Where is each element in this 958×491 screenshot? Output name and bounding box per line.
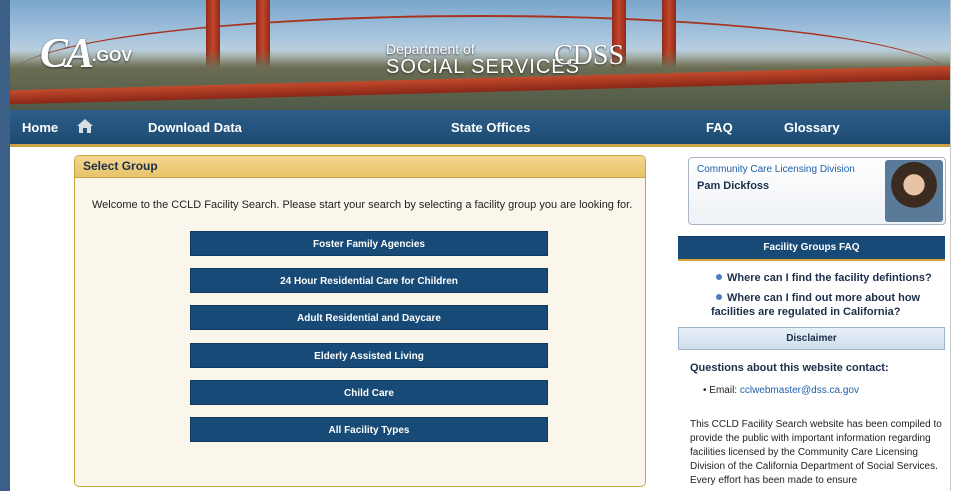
logo-main: CA <box>40 31 94 77</box>
department-title: Department of SOCIAL SERVICES <box>386 42 580 78</box>
main-nav: Home Download Data State Offices FAQ Glo… <box>10 110 950 147</box>
faq-item[interactable]: Where can I find the facility defintions… <box>716 272 932 284</box>
disclaimer-paragraph: This CCLD Facility Search website has be… <box>690 419 942 486</box>
facility-groups-faq-title: Facility Groups FAQ <box>678 236 945 261</box>
nav-download-data[interactable]: Download Data <box>148 120 242 135</box>
dept-line2: SOCIAL SERVICES <box>386 56 580 78</box>
logo-suffix: .GOV <box>92 48 133 65</box>
group-button-foster-family-agencies[interactable]: Foster Family Agencies <box>190 231 548 256</box>
faq-q1[interactable]: Where can I find the facility defintions… <box>727 272 932 284</box>
welcome-text: Welcome to the CCLD Facility Search. Ple… <box>92 199 633 211</box>
bullet-icon <box>716 274 722 280</box>
email-link[interactable]: cclwebmaster@dss.ca.gov <box>740 385 859 396</box>
select-group-title: Select Group <box>75 156 645 178</box>
group-button-adult-residential[interactable]: Adult Residential and Daycare <box>190 305 548 330</box>
faq-q2-line2[interactable]: facilities are regulated in California? <box>711 306 901 318</box>
group-button-elderly-assisted[interactable]: Elderly Assisted Living <box>190 343 548 368</box>
group-button-24-hour-residential[interactable]: 24 Hour Residential Care for Children <box>190 268 548 293</box>
email-label: Email: <box>709 385 738 396</box>
profile-card: Community Care Licensing Division Pam Di… <box>688 157 946 225</box>
profile-photo <box>885 160 943 222</box>
nav-faq[interactable]: FAQ <box>706 120 733 135</box>
faq-q2-line1[interactable]: Where can I find out more about how <box>727 292 920 304</box>
dept-line1: Department of <box>386 41 475 57</box>
cdss-logo: CDSS <box>554 40 625 71</box>
nav-state-offices[interactable]: State Offices <box>451 120 530 135</box>
nav-glossary[interactable]: Glossary <box>784 120 840 135</box>
questions-heading: Questions about this website contact: <box>690 362 889 374</box>
group-button-child-care[interactable]: Child Care <box>190 380 548 405</box>
faq-item[interactable]: Where can I find out more about how <box>716 292 920 304</box>
right-border <box>950 0 958 491</box>
profile-name: Pam Dickfoss <box>697 180 770 192</box>
nav-home[interactable]: Home <box>22 120 58 135</box>
disclaimer-title[interactable]: Disclaimer <box>678 327 945 350</box>
home-icon[interactable] <box>76 117 94 135</box>
email-line: • Email: cclwebmaster@dss.ca.gov <box>703 385 859 396</box>
ca-gov-logo[interactable]: CA.GOV <box>40 30 132 78</box>
division-link[interactable]: Community Care Licensing Division <box>697 164 855 175</box>
header-banner: CA.GOV Department of SOCIAL SERVICES CDS… <box>10 0 950 110</box>
select-group-panel: Select Group Welcome to the CCLD Facilit… <box>74 155 646 487</box>
group-button-all-facility-types[interactable]: All Facility Types <box>190 417 548 442</box>
left-border <box>0 0 10 491</box>
bullet-icon <box>716 294 722 300</box>
